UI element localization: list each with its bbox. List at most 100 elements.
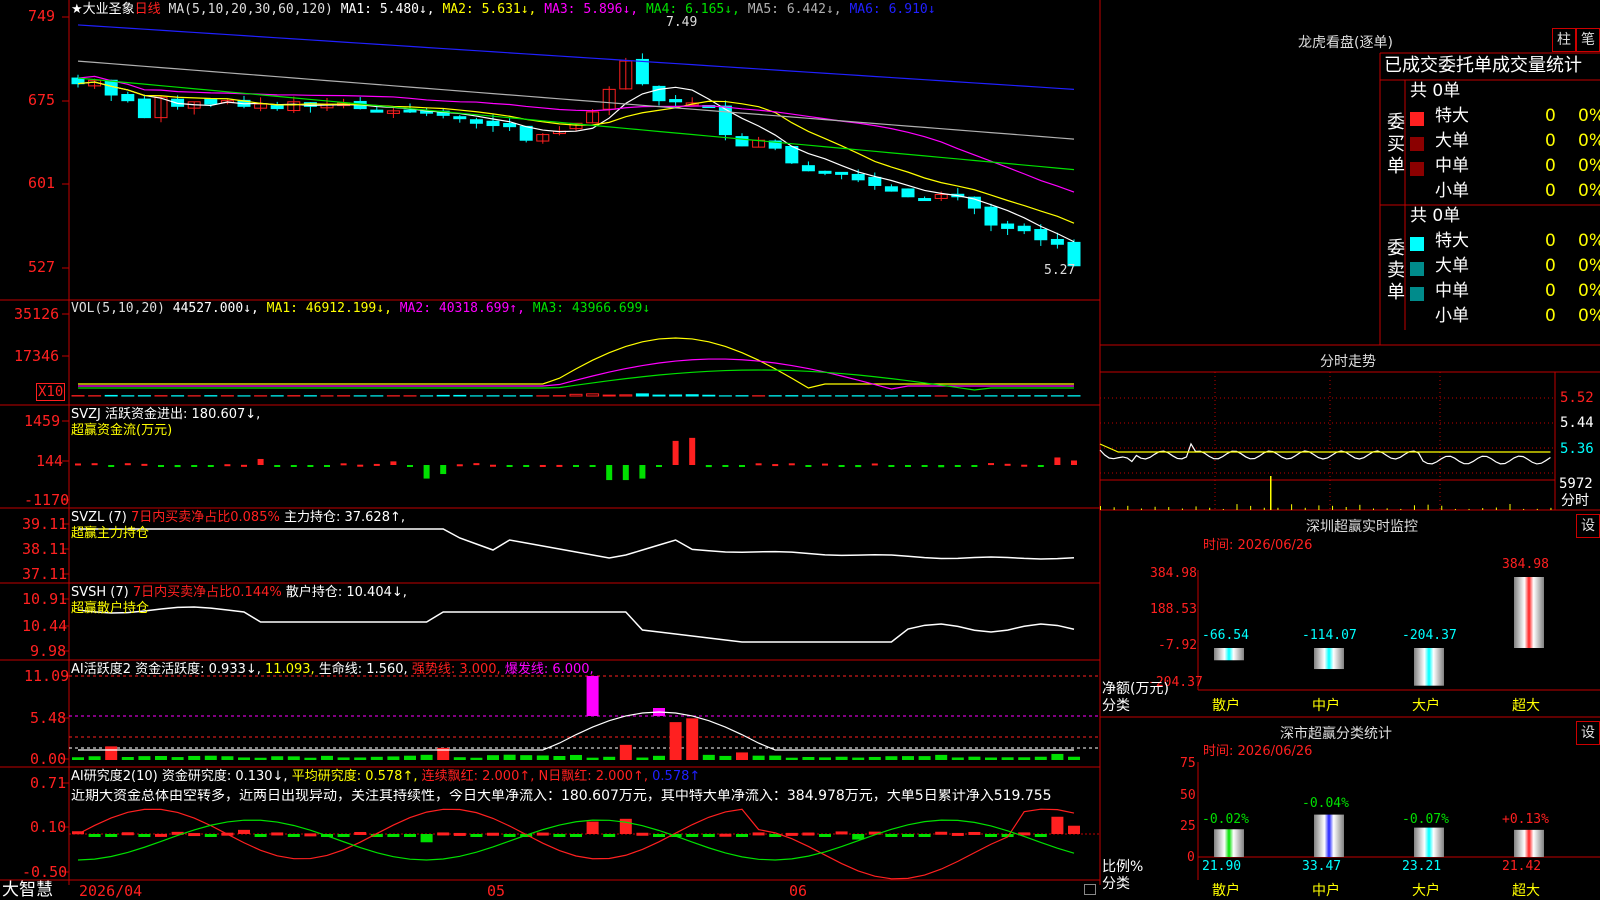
szs-settings-button[interactable]: 设 [1576,721,1600,745]
fs-vol-bar [1304,507,1306,510]
brand-logo[interactable]: 大智慧 [2,882,53,899]
candle-body [785,146,799,164]
szs-axis-2: 50 [1180,788,1196,803]
candle-body [835,171,849,175]
price-axis-675: 675 [28,91,56,109]
fs-vol-bar [1509,504,1511,510]
bar-category-label: 大户 [1412,698,1440,714]
volume-bar [669,394,683,397]
ai2-bar [188,833,201,837]
row-color-swatch [1410,262,1424,276]
ma1-line [77,81,1075,243]
bar-category-label: 散户 [1212,698,1240,714]
row-name: 小单 [1435,306,1469,326]
ai2-bar [902,834,914,837]
svzj-bar [506,465,513,467]
szs-axis-1: 75 [1180,756,1196,771]
ai1-bar [520,755,533,760]
ai2-bar [935,831,948,835]
fs-avg-line [1099,443,1551,453]
ai1-bar [819,757,831,760]
row-color-swatch [1410,312,1424,326]
ai2-bar [619,818,632,834]
ai1-bar [1018,757,1031,760]
volume-bar [635,393,649,397]
ai1-bar [188,755,201,760]
ai1-bar [1034,756,1047,760]
fs-vol-bar [1195,506,1197,510]
svzj-bar [556,464,563,467]
ai2-bar [487,832,499,836]
row-p: 0% [1578,156,1600,176]
ai2-bar [503,834,516,837]
ai1-bar [88,756,101,760]
ai2-bar [1051,816,1064,834]
ai2-bar [437,832,450,836]
candle-body [868,176,882,186]
candle-body [735,136,749,147]
ai1-axis-bot: 0.00 [30,750,67,768]
ai2-bar [968,831,981,835]
period-label[interactable]: 日线 [135,2,161,17]
svzj-bar [456,464,463,467]
ai2-bar [337,834,350,837]
svzj-bar [440,465,447,475]
candle-body [669,99,683,103]
ai2-bar [835,831,848,835]
candle-body [503,123,517,128]
svzj-bar [108,465,115,467]
row-v: 0 [1545,306,1556,326]
volume-bar [453,394,467,397]
ai2-bar [636,832,649,836]
vol-label: VOL(5,10,20) [71,301,165,316]
ai1-bar [287,756,300,760]
row-p: 0% [1578,181,1600,201]
svzl-pct: 7日内买卖净占比0.085% [130,510,280,525]
ai2-bar [354,831,367,835]
bar-value-label: 23.21 [1402,859,1442,874]
svzl-sub: 超赢主力持仓 [71,526,150,541]
svzj-bar [971,465,978,467]
ai2-bar [304,833,317,837]
ai1-bar [553,756,566,760]
svzj-bar [207,465,214,467]
ai2-bar [138,834,151,837]
ai1-bar [470,757,483,760]
svzj-bar [672,440,679,465]
svzj-bar [954,465,961,467]
svzl-axis-bot: 37.11 [22,565,68,583]
ai2-bar [105,834,118,837]
ai2-axis-top: 0.71 [30,774,67,792]
bar-value-label: -204.37 [1402,628,1457,643]
fs-vol-bar [1263,507,1265,510]
fs-vol-bar [1222,508,1224,510]
svzj-bar [656,465,662,467]
ai2-bar [553,834,566,837]
szm-settings-button[interactable]: 设 [1576,514,1600,538]
svzj-bar [639,465,646,479]
svsh-axis-top: 10.91 [22,590,68,608]
svzj-bar [905,465,911,467]
bar-value-label: -66.54 [1202,628,1249,643]
svzj-bar [274,465,281,467]
ai1-bar [72,757,84,760]
row-name: 小单 [1435,181,1469,201]
fs-vol-bar [1318,505,1320,510]
fs-vol-bar [1386,508,1388,510]
bar-change-label: -0.07% [1402,812,1449,827]
lh-tick-button[interactable]: 笔 [1576,28,1600,52]
lh-bar-button[interactable]: 柱 [1552,28,1576,52]
svzj-bar [373,463,380,466]
stock-title[interactable]: ★大业圣象 [71,2,135,17]
ai2-bar [951,832,964,836]
ai1-bar [271,756,284,760]
ai1-bar [304,757,317,760]
svzj-bar [739,465,745,467]
volume-bar [685,394,699,397]
row-name: 特大 [1435,231,1469,251]
lock-icon[interactable] [1084,884,1096,895]
svsh-header: SVSH (7) 7日内买卖净占比0.144% 散户持仓: 10.404↓, [71,586,407,599]
ai1-bar [653,755,665,760]
candle-body [1050,238,1064,245]
svzj-bar [622,465,629,481]
